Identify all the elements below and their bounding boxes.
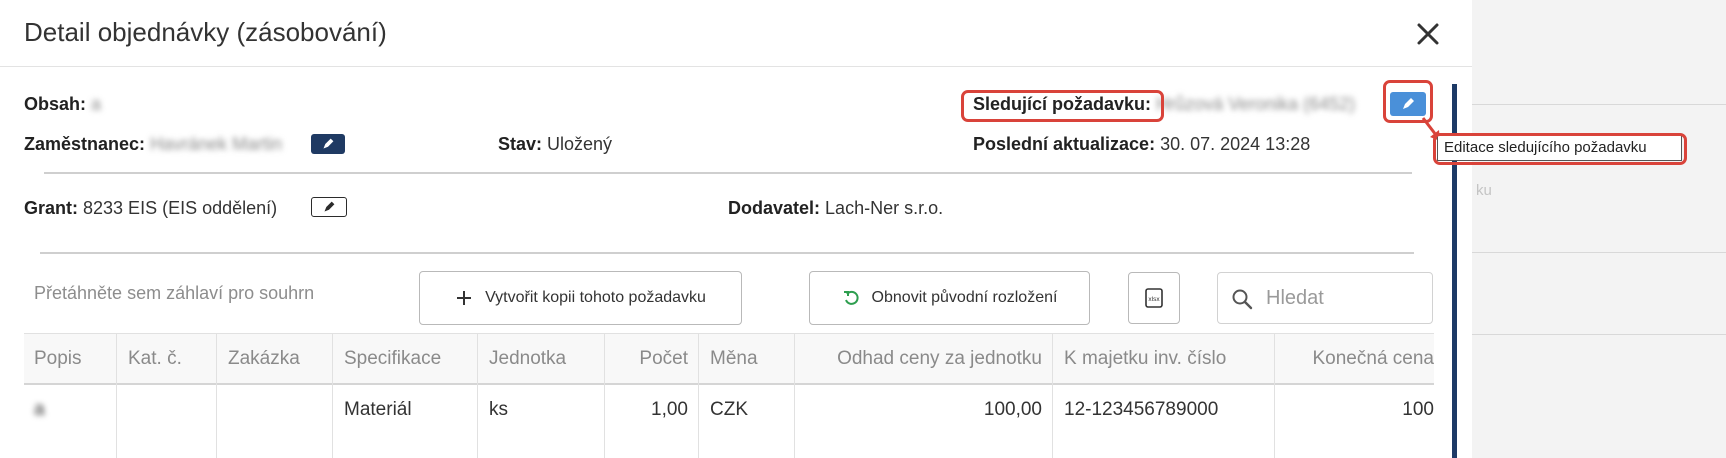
plus-icon <box>455 289 473 307</box>
export-xlsx-button[interactable]: xlsx <box>1128 272 1180 324</box>
column-header-pocet[interactable]: Počet <box>639 348 688 370</box>
zamestnanec-field: Zaměstnanec: Havránek Martin <box>24 134 282 155</box>
posledni-aktualizace-field: Poslední aktualizace: 30. 07. 2024 13:28 <box>973 134 1310 155</box>
column-header-k-majetku[interactable]: K majetku inv. číslo <box>1064 348 1226 370</box>
zamestnanec-value: Havránek Martin <box>150 134 283 154</box>
posledni-aktualizace-label: Poslední aktualizace: <box>973 134 1156 154</box>
background-divider <box>1472 104 1726 105</box>
column-divider <box>1052 333 1053 458</box>
background-text: ku <box>1476 182 1492 199</box>
reset-layout-label: Obnovit původní rozložení <box>871 289 1058 306</box>
background-divider <box>1472 252 1726 253</box>
column-divider <box>116 333 117 458</box>
cell-odhad-ceny: 100,00 <box>983 399 1042 420</box>
posledni-aktualizace-value: 30. 07. 2024 13:28 <box>1160 134 1311 154</box>
obsah-field: Obsah: a <box>24 94 101 115</box>
obsah-value: a <box>91 94 102 114</box>
zamestnanec-label: Zaměstnanec: <box>24 134 146 154</box>
grant-label: Grant: <box>24 198 78 218</box>
column-header-jednotka[interactable]: Jednotka <box>489 348 566 370</box>
stav-label: Stav: <box>498 134 543 154</box>
cell-specifikace: Materiál <box>344 399 412 420</box>
obsah-label: Obsah: <box>24 94 87 114</box>
dodavatel-label: Dodavatel: <box>728 198 821 218</box>
section-divider <box>40 252 1414 254</box>
reset-layout-button[interactable]: Obnovit původní rozložení <box>809 271 1090 325</box>
column-divider <box>216 333 217 458</box>
dodavatel-value: Lach-Ner s.r.o. <box>825 198 944 218</box>
items-grid: Popis Kat. č. Zakázka Specifikace Jednot… <box>24 333 1434 458</box>
column-header-specifikace[interactable]: Specifikace <box>344 348 441 370</box>
column-header-konecna-cena[interactable]: Konečná cena <box>1313 348 1435 370</box>
edit-zamestnanec-button[interactable] <box>311 134 345 154</box>
group-panel-hint[interactable]: Přetáhněte sem záhlaví pro souhrn <box>34 283 314 304</box>
cell-konecna-cena: 100 <box>1402 399 1434 420</box>
column-divider <box>477 333 478 458</box>
dodavatel-field: Dodavatel: Lach-Ner s.r.o. <box>728 198 943 219</box>
column-divider <box>1274 333 1275 458</box>
stav-field: Stav: Uložený <box>498 134 612 155</box>
column-header-popis[interactable]: Popis <box>34 348 82 370</box>
grant-value: 8233 EIS (EIS oddělení) <box>83 198 278 218</box>
background-panel <box>1472 0 1726 458</box>
pencil-icon <box>324 201 335 212</box>
table-header-divider <box>24 383 1434 385</box>
background-divider <box>1472 334 1726 335</box>
close-icon <box>1417 23 1439 45</box>
grant-field: Grant: 8233 EIS (EIS oddělení) <box>24 198 277 219</box>
search-input[interactable] <box>1266 285 1426 311</box>
cell-pocet: 1,00 <box>651 399 688 420</box>
column-header-odhad-ceny[interactable]: Odhad ceny za jednotku <box>837 348 1042 370</box>
order-detail-dialog: Detail objednávky (zásobování) Obsah: a … <box>0 0 1472 458</box>
highlight-tooltip <box>1433 133 1687 165</box>
copy-request-label: Vytvořit kopii tohoto požadavku <box>485 289 706 306</box>
column-divider <box>332 333 333 458</box>
column-divider <box>698 333 699 458</box>
cell-popis: a <box>34 399 45 420</box>
pencil-icon <box>323 138 334 149</box>
highlight-sledujici-label <box>961 90 1164 122</box>
edit-grant-button[interactable] <box>311 197 347 217</box>
stav-value: Uložený <box>547 134 613 154</box>
column-divider <box>604 333 605 458</box>
sledujici-value: Hrůzová Veronika (6452) <box>1156 94 1356 114</box>
title-divider <box>0 66 1472 67</box>
search-field[interactable] <box>1217 272 1433 324</box>
cell-mena: CZK <box>710 399 748 420</box>
cell-k-majetku: 12-123456789000 <box>1064 399 1219 420</box>
xlsx-export-icon: xlsx <box>1145 288 1163 308</box>
dialog-title: Detail objednávky (zásobování) <box>24 17 387 47</box>
search-icon <box>1232 289 1253 310</box>
column-header-mena[interactable]: Měna <box>710 348 758 370</box>
cell-jednotka: ks <box>489 399 508 420</box>
svg-text:xlsx: xlsx <box>1148 296 1160 303</box>
copy-request-button[interactable]: Vytvořit kopii tohoto požadavku <box>419 271 742 325</box>
column-divider <box>794 333 795 458</box>
close-button[interactable] <box>1408 14 1448 54</box>
undo-icon <box>842 289 860 307</box>
column-header-zakazka[interactable]: Zakázka <box>228 348 300 370</box>
section-divider <box>44 172 1412 174</box>
column-header-kat-c[interactable]: Kat. č. <box>128 348 182 370</box>
